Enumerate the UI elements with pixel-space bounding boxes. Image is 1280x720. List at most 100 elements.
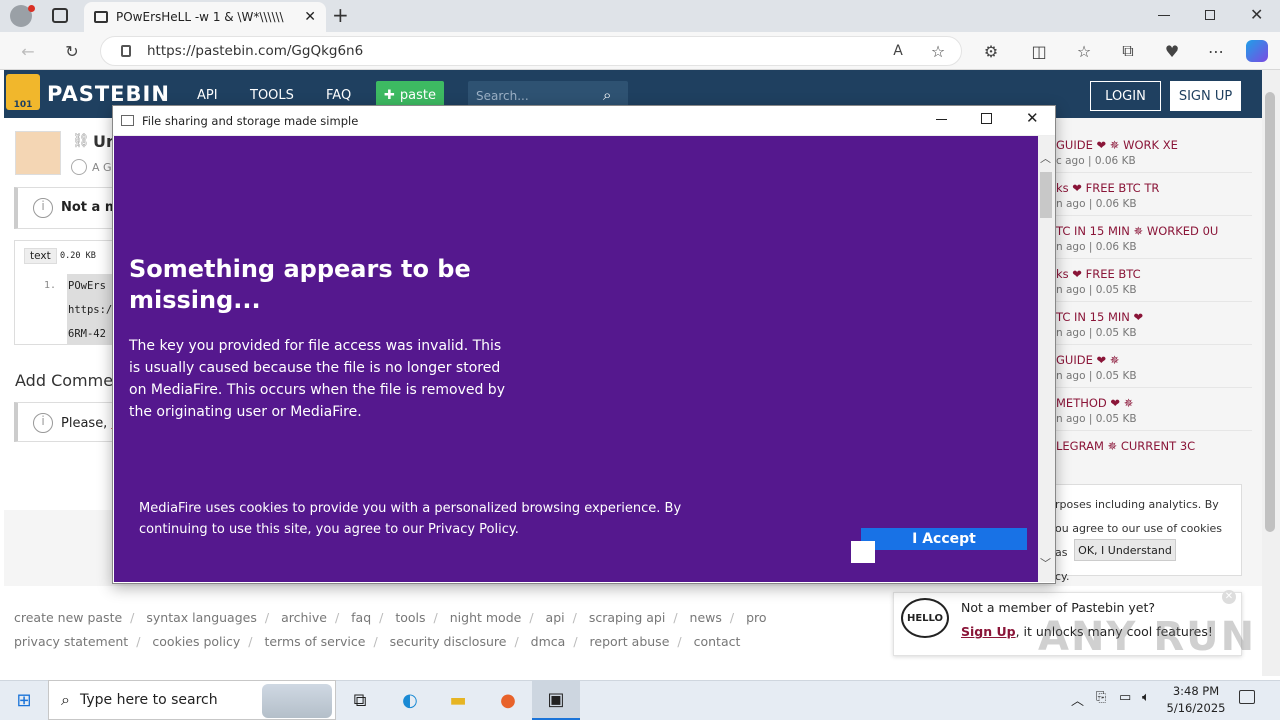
search-icon[interactable]: ⌕ — [603, 86, 611, 104]
minimize-window-icon[interactable] — [1158, 15, 1170, 16]
footer-link[interactable]: scraping api — [589, 610, 666, 625]
list-item[interactable]: TC IN 15 MIN ❤ n ago | 0.05 KB — [1040, 302, 1252, 345]
link-icon: ⛓ — [72, 133, 90, 149]
active-app-icon[interactable]: ▣ — [532, 680, 580, 720]
back-icon[interactable]: ← — [14, 37, 42, 65]
list-item[interactable]: GUIDE ❤ ✵ n ago | 0.05 KB — [1040, 345, 1252, 388]
info-icon: i — [33, 198, 53, 218]
site-brand[interactable]: PASTEBIN — [47, 82, 170, 106]
refresh-icon[interactable]: ↻ — [58, 37, 86, 65]
recent-title[interactable]: ks ❤ FREE BTC — [1056, 267, 1252, 281]
footer-link[interactable]: night mode — [450, 610, 522, 625]
system-clock[interactable]: 3:48 PM 5/16/2025 — [1160, 683, 1232, 717]
recent-title[interactable]: GUIDE ❤ ✵ WORK XE — [1056, 138, 1252, 152]
nav-tools[interactable]: TOOLS — [250, 88, 294, 103]
recent-meta: n ago | 0.05 KB — [1056, 327, 1137, 339]
footer-link[interactable]: archive — [281, 610, 327, 625]
split-screen-icon[interactable]: ◫ — [1025, 37, 1053, 65]
footer-link[interactable]: terms of service — [264, 634, 365, 649]
nav-api[interactable]: API — [197, 88, 218, 103]
file-explorer-icon[interactable]: ▬ — [434, 680, 482, 720]
recent-title[interactable]: METHOD ❤ ✵ — [1056, 396, 1252, 410]
tab-title: POwErsHeLL -w 1 & \W*\\\\\\ — [116, 10, 284, 24]
footer-link[interactable]: report abuse — [590, 634, 670, 649]
new-tab-button[interactable]: + — [332, 3, 349, 27]
plus-icon: ✚ — [384, 87, 395, 103]
volume-icon[interactable]: 🔈︎ — [1142, 690, 1150, 705]
tab-actions-icon[interactable] — [52, 8, 68, 23]
edge-icon[interactable]: ◐ — [386, 680, 434, 720]
collections-icon[interactable]: ⧉ — [1114, 37, 1142, 65]
footer-link[interactable]: news — [690, 610, 722, 625]
code-line: POwErs — [68, 280, 106, 292]
nav-faq[interactable]: FAQ — [326, 88, 351, 103]
cookie-banner: rposes including analytics. By ou agree … — [1042, 484, 1242, 583]
avatar — [15, 131, 61, 175]
show-hidden-icons[interactable]: ︿ — [1071, 690, 1084, 709]
windows-start-icon[interactable]: ⊞ — [0, 680, 48, 720]
list-item[interactable]: TC IN 15 MIN ✵ WORKED 0U n ago | 0.06 KB — [1040, 216, 1252, 259]
recent-title[interactable]: ks ❤ FREE BTC TR — [1056, 181, 1252, 195]
footer-links-row: create new paste / syntax languages / arch… — [14, 610, 767, 625]
recent-title[interactable]: GUIDE ❤ ✵ — [1056, 353, 1252, 367]
blank-square — [851, 541, 875, 563]
cookie-ok-button[interactable]: OK, I Understand — [1074, 539, 1176, 561]
menu-icon[interactable]: ⋯ — [1202, 37, 1230, 65]
signup-button[interactable]: SIGN UP — [1170, 81, 1241, 111]
extensions-icon[interactable]: ⚙ — [977, 37, 1005, 65]
notification-center-icon[interactable] — [1239, 690, 1255, 704]
task-view-icon[interactable]: ⧉ — [336, 680, 384, 720]
footer-link[interactable]: pro — [746, 610, 766, 625]
recent-title[interactable]: TC IN 15 MIN ❤ — [1056, 310, 1252, 324]
code-line: https:/ — [68, 304, 113, 316]
footer-link[interactable]: privacy statement — [14, 634, 128, 649]
list-item[interactable]: LEGRAM ✵ CURRENT 3C — [1040, 431, 1252, 474]
active-tab[interactable]: POwErsHeLL -w 1 & \W*\\\\\\ ✕ — [84, 2, 326, 32]
footer-link[interactable]: syntax languages — [146, 610, 256, 625]
footer-link[interactable]: cookies policy — [152, 634, 240, 649]
firefox-icon[interactable]: ● — [484, 680, 532, 720]
popup-scrollbar-thumb[interactable] — [1040, 172, 1052, 218]
url-bar[interactable]: https://pastebin.com/GgQkg6n6 — [100, 36, 962, 66]
popup-close-icon[interactable]: ✕ — [1026, 109, 1039, 127]
line-number: 1. — [44, 280, 57, 291]
elephants-highlight-icon[interactable] — [262, 684, 332, 718]
list-item[interactable]: METHOD ❤ ✵ n ago | 0.05 KB — [1040, 388, 1252, 431]
close-tab-icon[interactable]: ✕ — [304, 9, 316, 25]
error-body: The key you provided for file access was… — [129, 338, 505, 420]
copilot-icon[interactable] — [1246, 40, 1268, 62]
popup-maximize-icon[interactable] — [981, 113, 992, 124]
footer-link[interactable]: api — [546, 610, 565, 625]
pastebin-logo-icon[interactable]: 101 — [6, 74, 40, 110]
close-window-icon[interactable]: ✕ — [1250, 5, 1263, 24]
please-text: Please, — [61, 416, 112, 431]
vpn-icon[interactable]: ⎘ — [1096, 690, 1106, 705]
footer-link[interactable]: security disclosure — [390, 634, 507, 649]
login-button[interactable]: LOGIN — [1090, 81, 1161, 111]
popup-minimize-icon[interactable] — [936, 119, 947, 120]
recent-title[interactable]: TC IN 15 MIN ✵ WORKED 0U — [1056, 224, 1252, 238]
restore-window-icon[interactable] — [1205, 10, 1215, 20]
footer-link[interactable]: contact — [694, 634, 741, 649]
scroll-up-icon[interactable]: ︿ — [1040, 150, 1051, 166]
page-scrollbar-thumb[interactable] — [1265, 92, 1275, 532]
promo-close-icon[interactable]: ✕ — [1222, 590, 1236, 604]
recent-title[interactable]: LEGRAM ✵ CURRENT 3C — [1056, 439, 1252, 453]
footer-link[interactable]: faq — [351, 610, 371, 625]
read-aloud-icon[interactable]: A — [884, 37, 912, 65]
footer-link[interactable]: tools — [395, 610, 425, 625]
performance-icon[interactable]: ♥ — [1158, 37, 1186, 65]
scroll-down-icon[interactable]: ﹀ — [1040, 555, 1051, 571]
list-item[interactable]: GUIDE ❤ ✵ WORK XE c ago | 0.06 KB — [1040, 130, 1252, 173]
list-item[interactable]: ks ❤ FREE BTC n ago | 0.05 KB — [1040, 259, 1252, 302]
favorite-star-icon[interactable]: ☆ — [924, 37, 952, 65]
recent-meta: n ago | 0.06 KB — [1056, 241, 1137, 253]
list-item[interactable]: ks ❤ FREE BTC TR n ago | 0.06 KB — [1040, 173, 1252, 216]
accept-cookies-button[interactable]: I Accept — [861, 528, 1027, 550]
network-icon[interactable]: ▭ — [1119, 690, 1131, 705]
favorites-icon[interactable]: ☆ — [1070, 37, 1098, 65]
promo-signup-link[interactable]: Sign Up — [961, 624, 1016, 639]
footer-link[interactable]: dmca — [531, 634, 566, 649]
syntax-badge[interactable]: text — [24, 248, 57, 264]
footer-link[interactable]: create new paste — [14, 610, 122, 625]
